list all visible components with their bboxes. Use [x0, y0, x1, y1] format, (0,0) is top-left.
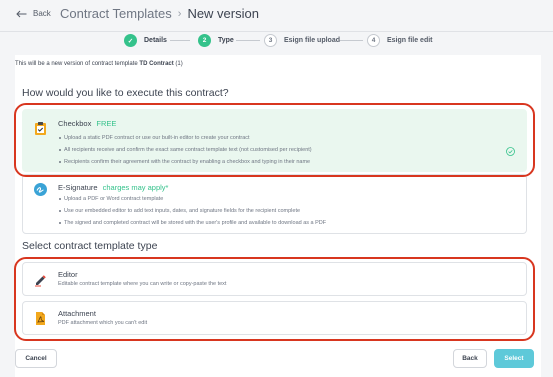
- stepper-connector: [339, 40, 363, 41]
- cancel-button[interactable]: Cancel: [15, 349, 57, 368]
- pdf-file-icon: [36, 312, 45, 325]
- select-button[interactable]: Select: [494, 349, 534, 368]
- back-link-label: Back: [33, 9, 51, 18]
- breadcrumb-parent[interactable]: Contract Templates: [60, 6, 172, 21]
- arrow-left-icon: [16, 10, 27, 17]
- execute-heading: How would you like to execute this contr…: [22, 87, 229, 99]
- step-esign-upload: 3 Esign file upload: [264, 34, 340, 47]
- option-checkbox[interactable]: Checkbox FREE Upload a static PDF contrac…: [22, 109, 527, 172]
- header-divider: [0, 31, 553, 32]
- step-details: ✓ Details: [124, 34, 167, 47]
- stepper-connector: [170, 40, 190, 41]
- option-subtitle: PDF attachment which you can't edit: [58, 320, 148, 326]
- template-version: (1): [175, 61, 183, 67]
- option-subtitle: Editable contract template where you can…: [58, 281, 227, 287]
- list-item: Use our embedded editor to add text inpu…: [58, 205, 326, 217]
- checkbox-clipboard-icon: [35, 122, 46, 135]
- option-title: E-Signature charges may apply*: [58, 183, 168, 192]
- option-title: Editor: [58, 270, 78, 279]
- template-type-heading: Select contract template type: [22, 240, 158, 252]
- list-item: The signed and completed contract will b…: [58, 217, 326, 229]
- page-title: New version: [187, 6, 259, 21]
- list-item: Upload a static PDF contract or use our …: [59, 132, 312, 144]
- step-esign-edit: 4 Esign file edit: [367, 34, 433, 47]
- free-badge: FREE: [96, 119, 117, 128]
- pen-editor-icon: [35, 275, 46, 287]
- list-item: All recipients receive and confirm the e…: [59, 144, 312, 156]
- page-header: Back Contract Templates › New version: [0, 0, 553, 32]
- stepper-connector: [236, 40, 260, 41]
- wizard-stepper: ✓ Details 2 Type 3 Esign file upload 4 E…: [0, 34, 553, 50]
- option-title-text: E-Signature: [58, 183, 98, 192]
- list-item: Recipients confirm their agreement with …: [59, 156, 312, 168]
- intro-prefix: This will be a new version of contract t…: [15, 61, 138, 67]
- step-number: 3: [264, 34, 277, 47]
- option-bullets: Upload a static PDF contract or use our …: [59, 132, 312, 168]
- option-esignature[interactable]: E-Signature charges may apply* Upload a P…: [22, 174, 527, 234]
- step-number: 2: [198, 34, 211, 47]
- back-button[interactable]: Back: [453, 349, 487, 368]
- step-number: 4: [367, 34, 380, 47]
- option-title-text: Checkbox: [58, 119, 92, 128]
- option-title: Checkbox FREE: [58, 119, 116, 128]
- list-item: Upload a PDF or Word contract template: [58, 193, 326, 205]
- template-name: TD Contract: [139, 61, 174, 67]
- charges-badge: charges may apply*: [102, 183, 169, 192]
- step-label: Type: [218, 37, 234, 44]
- intro-text: This will be a new version of contract t…: [15, 61, 183, 67]
- option-editor[interactable]: Editor Editable contract template where …: [22, 262, 527, 296]
- option-attachment[interactable]: Attachment PDF attachment which you can'…: [22, 301, 527, 335]
- step-label: Esign file edit: [387, 37, 433, 44]
- step-label: Details: [144, 37, 167, 44]
- esignature-icon: [34, 183, 47, 196]
- breadcrumb: Contract Templates › New version: [60, 6, 259, 21]
- step-type: 2 Type: [198, 34, 234, 47]
- check-icon: ✓: [124, 34, 137, 47]
- option-title: Attachment: [58, 309, 96, 318]
- selected-check-icon: [506, 147, 515, 156]
- option-bullets: Upload a PDF or Word contract template U…: [58, 193, 326, 229]
- back-link[interactable]: Back: [16, 9, 51, 18]
- breadcrumb-separator: ›: [177, 7, 182, 20]
- step-label: Esign file upload: [284, 37, 341, 44]
